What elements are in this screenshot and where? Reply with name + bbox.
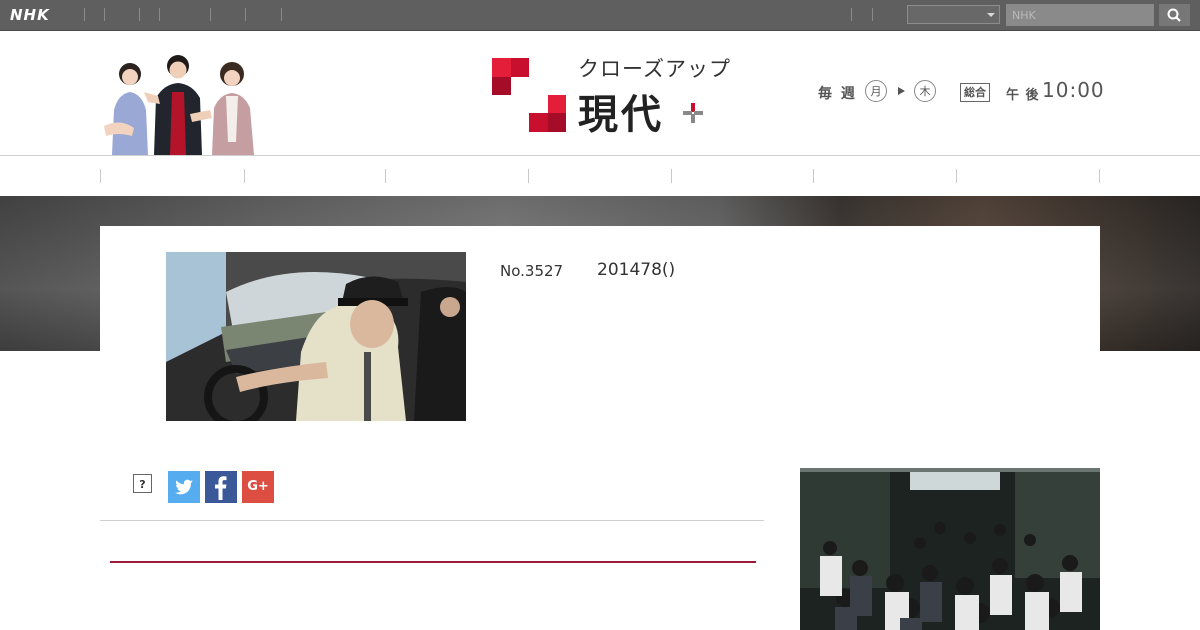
facebook-share-button[interactable] [205,471,237,503]
twitter-share-button[interactable] [168,471,200,503]
nav-divider [528,169,529,183]
search-input[interactable] [1006,4,1154,26]
nav-divider [671,169,672,183]
cast-illustration [104,55,254,155]
gplus-share-button[interactable]: G+ [242,471,274,503]
schedule-day-start: 月 [865,80,887,102]
topbar-divider [872,8,873,21]
nav-divider [244,169,245,183]
topbar-divider [84,8,85,21]
episode-card: No.3527 201478() ? G+ [100,226,1100,630]
schedule-channel: 総合 [960,83,990,102]
related-photo[interactable] [800,468,1100,630]
schedule-ampm: 午 後 [1006,88,1040,103]
plus-icon [683,103,703,123]
logo-title-kana: クローズアップ [578,57,731,81]
main-nav [0,155,1200,197]
nhk-logo[interactable]: NHK [10,6,50,24]
nav-divider [1099,169,1100,183]
nav-divider [100,169,101,183]
help-button[interactable]: ? [133,474,152,493]
gplus-label: G+ [247,479,269,494]
topbar-divider [210,8,211,21]
topbar-divider [139,8,140,21]
logo-title-kanji: 現代 [578,91,664,138]
schedule-weekly: 毎 週 [818,86,857,102]
section-divider [100,520,764,521]
chevron-down-icon [987,13,995,17]
episode-thumbnail [166,252,466,421]
play-arrow-icon [898,87,905,95]
nav-divider [956,169,957,183]
topbar-divider [281,8,282,21]
search-icon [1167,8,1181,22]
nhk-global-bar: NHK [0,0,1200,31]
schedule-day-end: 木 [914,80,936,102]
schedule-time: 10:00 [1042,78,1105,102]
nav-divider [385,169,386,183]
program-logo-mark [492,58,566,132]
episode-date: 201478() [597,260,676,280]
region-select[interactable] [907,5,1000,24]
episode-number: No.3527 [500,262,564,280]
topbar-divider [245,8,246,21]
twitter-icon [175,479,193,495]
facebook-icon [215,476,227,500]
accent-divider [110,561,756,563]
nav-divider [813,169,814,183]
topbar-divider [159,8,160,21]
topbar-divider [851,8,852,21]
topbar-divider [104,8,105,21]
search-button[interactable] [1159,4,1190,26]
